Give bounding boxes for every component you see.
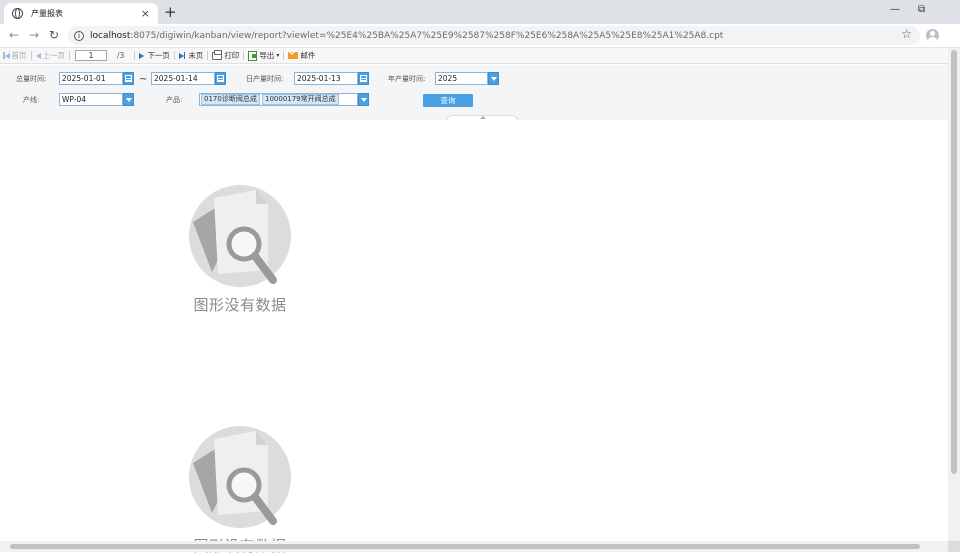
last-page-bar-icon — [183, 52, 186, 59]
daily-time-calendar-button[interactable] — [358, 72, 369, 85]
prev-page-button[interactable]: 上一页 — [35, 50, 66, 61]
url-path: :8075/digiwin/kanban/view/report?viewlet… — [130, 30, 724, 41]
vertical-scrollbar[interactable] — [948, 48, 960, 541]
browser-tab[interactable]: 产量报表 × — [4, 3, 158, 24]
forward-arrow-icon[interactable]: → — [29, 28, 39, 42]
daily-time-label: 日产量时间: — [246, 75, 284, 83]
chevron-down-icon — [126, 98, 132, 102]
printer-icon — [212, 49, 223, 60]
product-tag[interactable]: 0170诊断阀总成 — [201, 94, 260, 105]
parameter-panel: 总量时间: 2025-01-01 ~ 2025-01-14 日产量时间: 202… — [0, 65, 948, 121]
print-label: 打印 — [224, 51, 240, 60]
toolbar-divider — [207, 51, 209, 60]
url-text: localhost:8075/digiwin/kanban/view/repor… — [90, 31, 723, 41]
print-button[interactable]: 打印 — [212, 49, 240, 61]
bookmark-star-icon[interactable]: ☆ — [901, 27, 912, 41]
page-number-input[interactable]: 1 — [75, 50, 107, 61]
export-label: 导出 — [259, 51, 275, 60]
line-select[interactable]: WP-04 — [59, 93, 123, 106]
empty-chart-placeholder: 图形没有数据 — [186, 184, 294, 315]
page-total: /3 — [117, 51, 125, 60]
report-content: 图形没有数据 图形没有数据 — [0, 120, 948, 555]
range-separator: ~ — [139, 74, 148, 85]
reload-icon[interactable]: ↻ — [49, 28, 59, 42]
info-icon[interactable]: i — [74, 30, 84, 41]
horizontal-scrollbar[interactable] — [0, 541, 948, 552]
email-button[interactable]: 邮件 — [288, 50, 315, 61]
url-field[interactable]: i localhost:8075/digiwin/kanban/view/rep… — [68, 26, 920, 45]
toolbar-divider — [283, 51, 285, 60]
new-tab-button[interactable]: + — [164, 4, 177, 20]
calendar-icon — [360, 75, 367, 82]
total-time-end-input[interactable]: 2025-01-14 — [151, 72, 215, 85]
no-data-icon — [189, 426, 291, 528]
horizontal-scroll-thumb[interactable] — [10, 544, 920, 549]
prev-page-label: 上一页 — [42, 51, 66, 60]
line-dropdown-button[interactable] — [123, 93, 134, 106]
minimize-button[interactable]: — — [890, 4, 900, 15]
next-page-button[interactable]: 下一页 — [139, 50, 170, 61]
toolbar-divider — [69, 51, 70, 60]
first-page-arrow-icon — [4, 52, 10, 59]
vertical-scroll-thumb[interactable] — [951, 50, 957, 474]
toolbar-divider — [243, 51, 245, 60]
toolbar-divider — [134, 51, 136, 60]
scrollbar-corner — [948, 541, 960, 552]
browser-tab-strip: 产量报表 × + — ⧉ — [0, 0, 960, 24]
first-page-label: 首页 — [11, 51, 27, 60]
yearly-time-select[interactable]: 2025 — [435, 72, 488, 85]
total-time-label: 总量时间: — [16, 75, 47, 83]
chevron-down-icon — [361, 98, 367, 102]
mail-icon — [288, 52, 299, 59]
daily-time-input[interactable]: 2025-01-13 — [294, 72, 358, 85]
last-page-button[interactable]: 末页 — [178, 50, 204, 61]
close-tab-icon[interactable]: × — [141, 7, 150, 20]
empty-chart-placeholder: 图形没有数据 — [186, 425, 294, 556]
export-icon — [248, 50, 258, 61]
url-host: localhost — [90, 30, 131, 41]
toolbar-divider — [30, 51, 32, 60]
last-page-label: 末页 — [188, 51, 204, 60]
tab-title: 产量报表 — [31, 9, 63, 18]
yearly-time-dropdown-button[interactable] — [488, 72, 499, 85]
no-data-text: 图形没有数据 — [193, 296, 287, 314]
email-label: 邮件 — [300, 51, 316, 60]
globe-icon — [12, 8, 23, 19]
calendar-icon — [217, 75, 224, 82]
product-label: 产品: — [166, 96, 183, 104]
chevron-down-icon — [491, 77, 497, 81]
line-label: 产线: — [23, 96, 40, 104]
query-button[interactable]: 查询 — [423, 94, 473, 107]
restore-button[interactable]: ⧉ — [918, 4, 925, 15]
first-page-button[interactable]: 首页 — [3, 50, 27, 61]
next-page-label: 下一页 — [147, 51, 170, 60]
prev-page-icon — [35, 52, 41, 59]
export-button[interactable]: 导出 ▾ — [248, 50, 279, 61]
total-time-start-input[interactable]: 2025-01-01 — [59, 72, 123, 85]
report-toolbar: 首页 上一页 1 /3 下一页 末页 打印 导出 ▾ 邮件 — [0, 48, 948, 64]
product-tag[interactable]: 10000179常开阀总成 — [262, 94, 339, 105]
product-dropdown-button[interactable] — [358, 93, 369, 106]
back-arrow-icon[interactable]: ← — [9, 28, 19, 42]
no-data-icon — [189, 185, 291, 287]
address-bar: ← → ↻ i localhost:8075/digiwin/kanban/vi… — [0, 24, 960, 48]
export-dropdown-icon: ▾ — [276, 52, 280, 59]
total-time-start-calendar-button[interactable] — [123, 72, 134, 85]
toolbar-divider — [173, 51, 175, 60]
yearly-time-label: 年产量时间: — [388, 75, 426, 83]
profile-avatar-icon[interactable] — [926, 29, 939, 42]
total-time-end-calendar-button[interactable] — [215, 72, 226, 85]
next-page-icon — [139, 52, 145, 59]
calendar-icon — [125, 75, 132, 82]
